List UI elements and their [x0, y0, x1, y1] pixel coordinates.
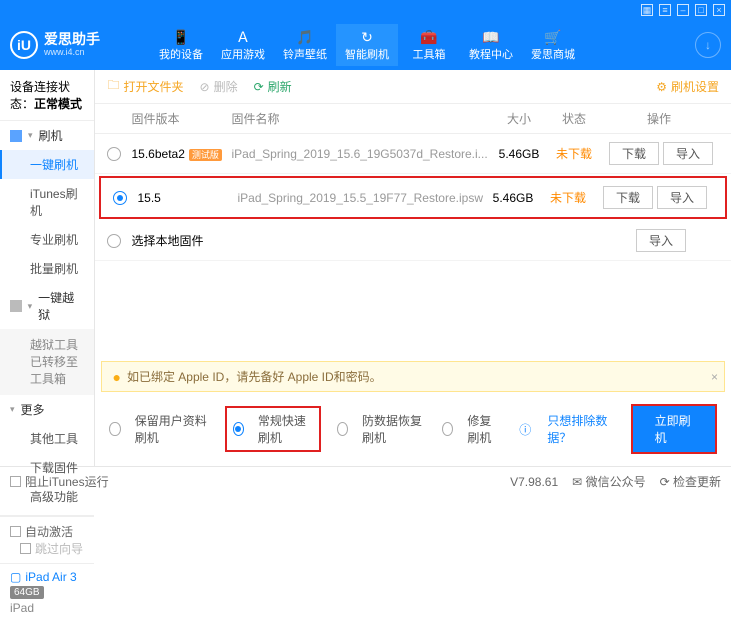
local-firmware-row[interactable]: 选择本地固件 导入 — [95, 221, 731, 261]
mode-repair[interactable]: 修复刷机 — [442, 412, 503, 446]
erase-only-link[interactable]: 只想排除数据？ — [547, 412, 614, 446]
sidebar-item-itunes[interactable]: iTunes刷机 — [0, 179, 94, 225]
device-card[interactable]: ▢iPad Air 3 64GB iPad — [0, 563, 94, 621]
window-max-icon[interactable]: □ — [695, 4, 707, 16]
beta-tag: 测试版 — [189, 149, 222, 161]
nav-item-4[interactable]: 🧰工具箱 — [398, 24, 460, 66]
nav-icon: ↻ — [336, 28, 398, 46]
import-button[interactable]: 导入 — [663, 142, 713, 165]
info-icon[interactable]: ⓘ — [519, 421, 531, 438]
skip-guide-checkbox[interactable]: 跳过向导 — [20, 540, 84, 557]
firmware-row[interactable]: 15.6beta2测试版iPad_Spring_2019_15.6_19G503… — [95, 134, 731, 174]
sidebar-item-batch[interactable]: 批量刷机 — [0, 254, 94, 283]
window-grid-icon[interactable]: ▦ — [641, 4, 653, 16]
mode-antirecover[interactable]: 防数据恢复刷机 — [337, 412, 427, 446]
warning-icon: ● — [112, 369, 120, 385]
radio-firmware[interactable] — [113, 191, 127, 205]
download-button[interactable]: 下载 — [603, 186, 653, 209]
nav-item-0[interactable]: 📱我的设备 — [150, 24, 212, 66]
nav-icon: 🛒 — [522, 28, 584, 46]
chevron-down-icon: ▾ — [28, 130, 33, 141]
window-tabs-icon[interactable]: ≡ — [659, 4, 671, 16]
brand-logo-icon: iU — [10, 31, 38, 59]
sidebar-section-more[interactable]: ▾更多 — [0, 395, 94, 424]
nav-item-6[interactable]: 🛒爱思商城 — [522, 24, 584, 66]
appleid-warning: ● 如已绑定 Apple ID，请先备好 Apple ID和密码。 × — [101, 361, 725, 392]
update-icon: ⟳ — [660, 475, 670, 489]
device-icon: ▢ — [10, 570, 21, 584]
device-status: 设备连接状态：正常模式 — [0, 70, 94, 121]
chevron-down-icon: ▾ — [28, 301, 33, 312]
gear-icon: ⚙ — [656, 80, 667, 94]
sidebar-item-othertools[interactable]: 其他工具 — [0, 424, 94, 453]
nav-icon: 🎵 — [274, 28, 336, 46]
brand: iU 爱思助手 www.i4.cn — [10, 31, 150, 59]
sidebar-item-pro[interactable]: 专业刷机 — [0, 225, 94, 254]
sidebar-item-oneclick[interactable]: 一键刷机 — [0, 150, 94, 179]
wechat-link[interactable]: ✉ 微信公众号 — [572, 473, 645, 490]
refresh-icon: ⟳ — [254, 80, 264, 94]
storage-badge: 64GB — [10, 586, 44, 599]
block-itunes-checkbox[interactable]: 阻止iTunes运行 — [10, 473, 109, 490]
chevron-down-icon: ▾ — [10, 404, 15, 415]
nav-icon: 📱 — [150, 28, 212, 46]
nav-item-5[interactable]: 📖教程中心 — [460, 24, 522, 66]
window-min-icon[interactable]: – — [677, 4, 689, 16]
import-button[interactable]: 导入 — [636, 229, 686, 252]
folder-icon: 🗀 — [107, 76, 119, 97]
start-flash-button[interactable]: 立即刷机 — [631, 404, 717, 454]
sidebar-section-jailbreak[interactable]: ▾一键越狱 — [0, 283, 94, 329]
download-button[interactable]: 下载 — [609, 142, 659, 165]
nav-item-3[interactable]: ↻智能刷机 — [336, 24, 398, 66]
nav-icon: 🧰 — [398, 28, 460, 46]
jailbreak-notice: 越狱工具已转移至 工具箱 — [0, 329, 94, 395]
open-folder-button[interactable]: 🗀打开文件夹 — [107, 76, 183, 97]
import-button[interactable]: 导入 — [657, 186, 707, 209]
flash-settings-button[interactable]: ⚙刷机设置 — [656, 78, 719, 95]
delete-icon: ⊘ — [200, 80, 210, 94]
version-label: V7.98.61 — [510, 475, 558, 489]
radio-firmware[interactable] — [107, 147, 121, 161]
wechat-icon: ✉ — [572, 475, 582, 489]
table-header: 固件版本 固件名称 大小 状态 操作 — [95, 104, 731, 134]
check-update-link[interactable]: ⟳ 检查更新 — [660, 473, 721, 490]
brand-name: 爱思助手 — [44, 32, 100, 47]
nav-item-1[interactable]: Ａ应用游戏 — [212, 24, 274, 66]
sidebar-section-flash[interactable]: ▾刷机 — [0, 121, 94, 150]
radio-local[interactable] — [107, 234, 121, 248]
delete-button[interactable]: ⊘删除 — [200, 78, 238, 95]
refresh-button[interactable]: ⟳刷新 — [254, 78, 292, 95]
nav-icon: 📖 — [460, 28, 522, 46]
mode-keepdata[interactable]: 保留用户资料刷机 — [109, 412, 208, 446]
mode-quick[interactable]: 常规快速刷机 — [225, 406, 321, 452]
window-close-icon[interactable]: × — [713, 4, 725, 16]
brand-url: www.i4.cn — [44, 48, 100, 58]
nav-icon: Ａ — [212, 28, 274, 46]
download-circle-icon[interactable]: ↓ — [695, 32, 721, 58]
firmware-row[interactable]: 15.5iPad_Spring_2019_15.5_19F77_Restore.… — [99, 176, 727, 219]
nav-item-2[interactable]: 🎵铃声壁纸 — [274, 24, 336, 66]
warning-close-icon[interactable]: × — [711, 370, 718, 384]
